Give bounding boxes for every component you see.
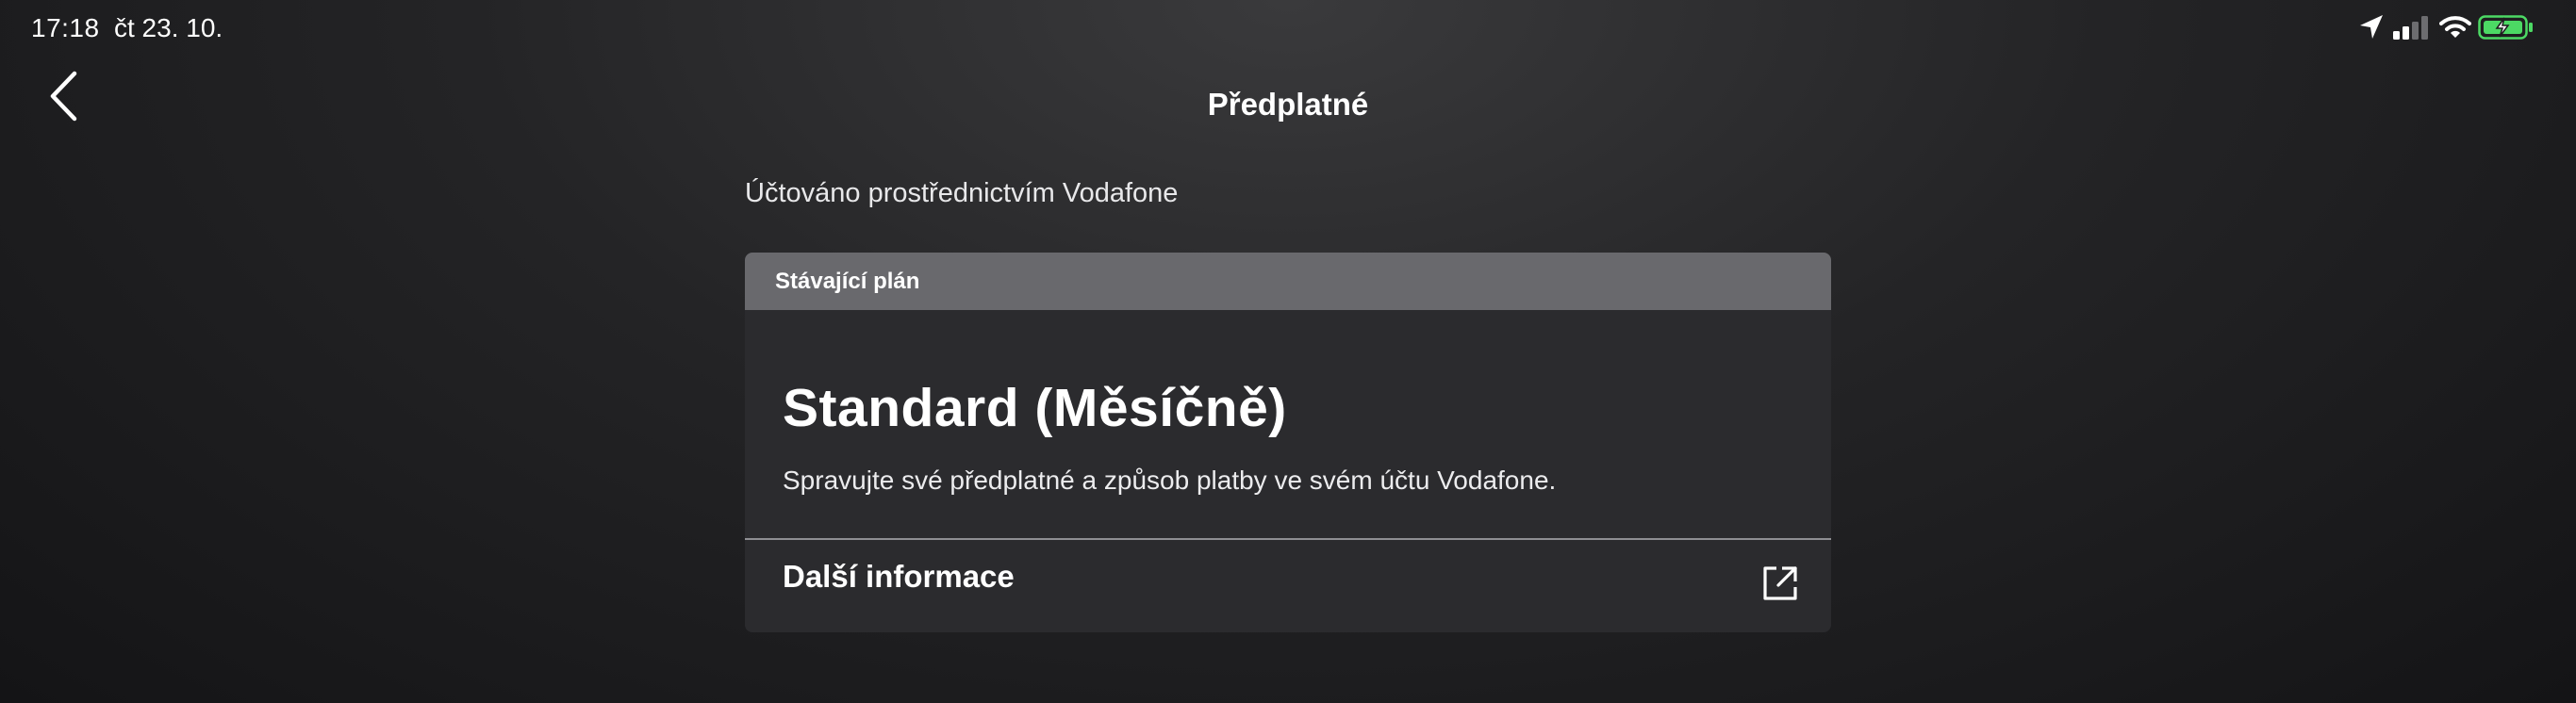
- status-date: čt 23. 10.: [114, 13, 223, 42]
- current-plan-label: Stávající plán: [775, 269, 920, 294]
- plan-description: Spravujte své předplatné a způsob platby…: [783, 466, 1557, 495]
- status-time: 17:18: [31, 13, 100, 42]
- status-bar: 17:18 čt 23. 10.: [0, 0, 2576, 57]
- page-title: Předplatné: [1207, 87, 1369, 122]
- more-info-label: Další informace: [783, 559, 1015, 594]
- signal-icon: [2393, 16, 2428, 40]
- external-link-icon: [1763, 566, 1797, 600]
- plan-name: Standard (Měsíčně): [783, 378, 1287, 438]
- location-icon: [2360, 15, 2383, 39]
- billing-note: Účtováno prostřednictvím Vodafone: [745, 178, 1179, 208]
- status-icons: [2358, 13, 2551, 45]
- battery-charging-icon: [2478, 15, 2533, 40]
- wifi-icon: [2439, 16, 2471, 38]
- more-info-button[interactable]: Další informace: [745, 540, 1831, 632]
- plan-card-header: Stávající plán: [745, 253, 1831, 310]
- plan-card: Stávající plán Standard (Měsíčně) Spravu…: [745, 253, 1831, 632]
